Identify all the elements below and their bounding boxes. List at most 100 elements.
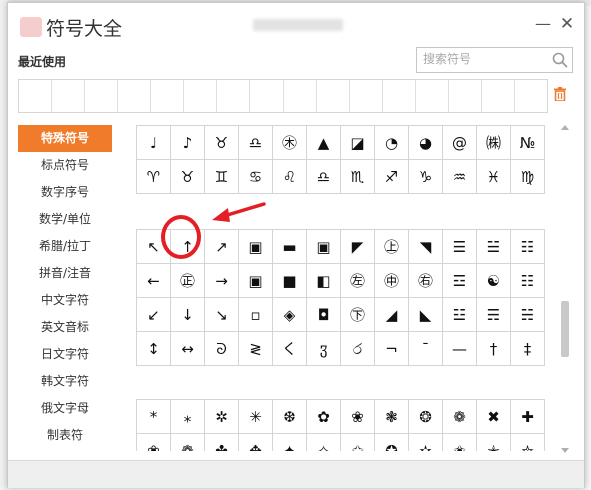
symbol-cell[interactable]: ❀ — [341, 400, 375, 434]
symbol-cell[interactable]: ✩ — [341, 434, 375, 451]
symbol-cell[interactable]: ✲ — [205, 400, 239, 434]
symbol-cell[interactable]: ▣ — [307, 230, 341, 264]
symbol-cell[interactable]: ❆ — [273, 400, 307, 434]
symbol-cell[interactable]: ↕ — [137, 332, 171, 366]
symbol-cell[interactable]: ᘐ — [205, 332, 239, 366]
symbol-cell[interactable]: ㈱ — [477, 126, 511, 160]
symbol-cell[interactable]: № — [511, 126, 545, 160]
symbol-cell[interactable]: ♐ — [375, 160, 409, 194]
recent-symbol-slot[interactable] — [151, 80, 185, 112]
symbol-cell[interactable]: ✪ — [375, 434, 409, 451]
symbol-cell[interactable]: ⁎ — [171, 400, 205, 434]
symbol-cell[interactable]: ☴ — [477, 298, 511, 332]
symbol-cell[interactable]: く — [273, 332, 307, 366]
sidebar-item-category[interactable]: 数字序号 — [18, 179, 112, 206]
symbol-cell[interactable]: ㊥ — [375, 264, 409, 298]
symbol-cell[interactable]: ♓ — [477, 160, 511, 194]
symbol-cell[interactable]: ✚ — [511, 400, 545, 434]
symbol-cell[interactable]: ← — [137, 264, 171, 298]
symbol-cell[interactable]: @ — [443, 126, 477, 160]
symbol-cell[interactable]: ❁ — [443, 400, 477, 434]
symbol-cell[interactable]: ✦ — [273, 434, 307, 451]
recent-symbol-slot[interactable] — [217, 80, 251, 112]
symbol-cell[interactable]: ♉ — [171, 160, 205, 194]
symbol-cell[interactable]: ≷ — [239, 332, 273, 366]
symbol-cell[interactable]: ♏ — [341, 160, 375, 194]
symbol-cell[interactable]: ♈ — [137, 160, 171, 194]
recent-symbol-slot[interactable] — [184, 80, 218, 112]
symbol-cell[interactable]: ☵ — [511, 298, 545, 332]
symbol-cell[interactable]: ◥ — [409, 230, 443, 264]
symbol-cell[interactable]: ♑ — [409, 160, 443, 194]
symbol-cell[interactable]: ✭ — [477, 434, 511, 451]
symbol-cell[interactable]: ㊣ — [171, 264, 205, 298]
symbol-cell[interactable]: ♉ — [205, 126, 239, 160]
title-bar[interactable]: 符号大全 — ✕ — [8, 3, 584, 45]
symbol-cell[interactable]: ❁ — [171, 434, 205, 451]
symbol-cell[interactable]: ☯ — [477, 264, 511, 298]
scroll-down-arrow-icon[interactable] — [561, 448, 569, 453]
sidebar-item-category[interactable]: 中文字符 — [18, 287, 112, 314]
symbol-cell[interactable]: ✮ — [511, 434, 545, 451]
symbol-cell[interactable]: ☳ — [443, 298, 477, 332]
recent-symbol-slot[interactable] — [515, 80, 547, 112]
trash-icon[interactable] — [554, 87, 566, 101]
recent-symbol-slot[interactable] — [449, 80, 482, 112]
recent-symbol-slot[interactable] — [52, 80, 86, 112]
symbol-cell[interactable]: ✧ — [307, 434, 341, 451]
symbol-cell[interactable]: ㊧ — [341, 264, 375, 298]
symbol-cell[interactable]: ㊨ — [409, 264, 443, 298]
sidebar-item-category[interactable]: 标点符号 — [18, 152, 112, 179]
symbol-cell[interactable]: ↙ — [137, 298, 171, 332]
recent-symbol-slot[interactable] — [284, 80, 317, 112]
symbol-cell[interactable]: ✿ — [307, 400, 341, 434]
symbol-cell[interactable]: ◕ — [409, 126, 443, 160]
symbol-cell[interactable]: ✫ — [409, 434, 443, 451]
symbol-cell[interactable]: ☱ — [477, 230, 511, 264]
scroll-up-arrow-icon[interactable] — [561, 125, 569, 130]
symbol-cell[interactable]: ◧ — [307, 264, 341, 298]
symbol-cell[interactable]: ♪ — [171, 126, 205, 160]
symbol-cell[interactable]: ▣ — [239, 230, 273, 264]
symbol-cell[interactable]: ㊍ — [273, 126, 307, 160]
symbol-cell[interactable]: ¬ — [375, 332, 409, 366]
symbol-cell[interactable]: ◤ — [341, 230, 375, 264]
symbol-cell[interactable]: ◣ — [409, 298, 443, 332]
symbol-cell[interactable]: ☰ — [443, 230, 477, 264]
symbol-cell[interactable]: ♒ — [443, 160, 477, 194]
symbol-cell[interactable]: — — [443, 332, 477, 366]
symbol-cell[interactable]: ♩ — [137, 126, 171, 160]
symbol-cell[interactable]: ☷ — [511, 230, 545, 264]
minimize-button[interactable]: — — [532, 13, 554, 35]
recent-symbol-slot[interactable] — [19, 80, 53, 112]
symbol-cell[interactable]: ♎ — [307, 160, 341, 194]
vertical-scrollbar[interactable] — [559, 125, 571, 453]
symbol-cell[interactable]: ↘ — [205, 298, 239, 332]
symbol-cell[interactable]: † — [477, 332, 511, 366]
close-button[interactable]: ✕ — [556, 13, 578, 35]
recent-symbol-slot[interactable] — [350, 80, 383, 112]
recent-symbol-slot[interactable] — [317, 80, 350, 112]
sidebar-item-category[interactable]: 日文字符 — [18, 341, 112, 368]
sidebar-item-category[interactable]: 希腊/拉丁 — [18, 233, 112, 260]
symbol-cell[interactable]: ♍ — [511, 160, 545, 194]
search-input[interactable] — [423, 51, 543, 67]
symbol-cell[interactable]: ◘ — [307, 298, 341, 332]
symbol-cell[interactable]: ❃ — [375, 400, 409, 434]
symbol-cell[interactable]: ㊦ — [341, 298, 375, 332]
symbol-cell[interactable]: ◈ — [273, 298, 307, 332]
symbol-cell[interactable]: ■ — [273, 264, 307, 298]
symbol-cell[interactable]: ▲ — [307, 126, 341, 160]
recent-symbol-slot[interactable] — [482, 80, 515, 112]
sidebar-item-category[interactable]: 数学/单位 — [18, 206, 112, 233]
symbol-cell[interactable]: ჳ — [307, 332, 341, 366]
recent-symbol-slot[interactable] — [118, 80, 152, 112]
symbol-cell[interactable]: ▫ — [239, 298, 273, 332]
symbol-cell[interactable]: ♌ — [273, 160, 307, 194]
symbol-cell[interactable]: ▣ — [239, 264, 273, 298]
symbol-cell[interactable]: ↓ — [171, 298, 205, 332]
symbol-cell[interactable]: ❀ — [137, 434, 171, 451]
symbol-cell[interactable]: ◪ — [341, 126, 375, 160]
symbol-cell[interactable]: * — [137, 400, 171, 434]
symbol-cell[interactable]: → — [205, 264, 239, 298]
